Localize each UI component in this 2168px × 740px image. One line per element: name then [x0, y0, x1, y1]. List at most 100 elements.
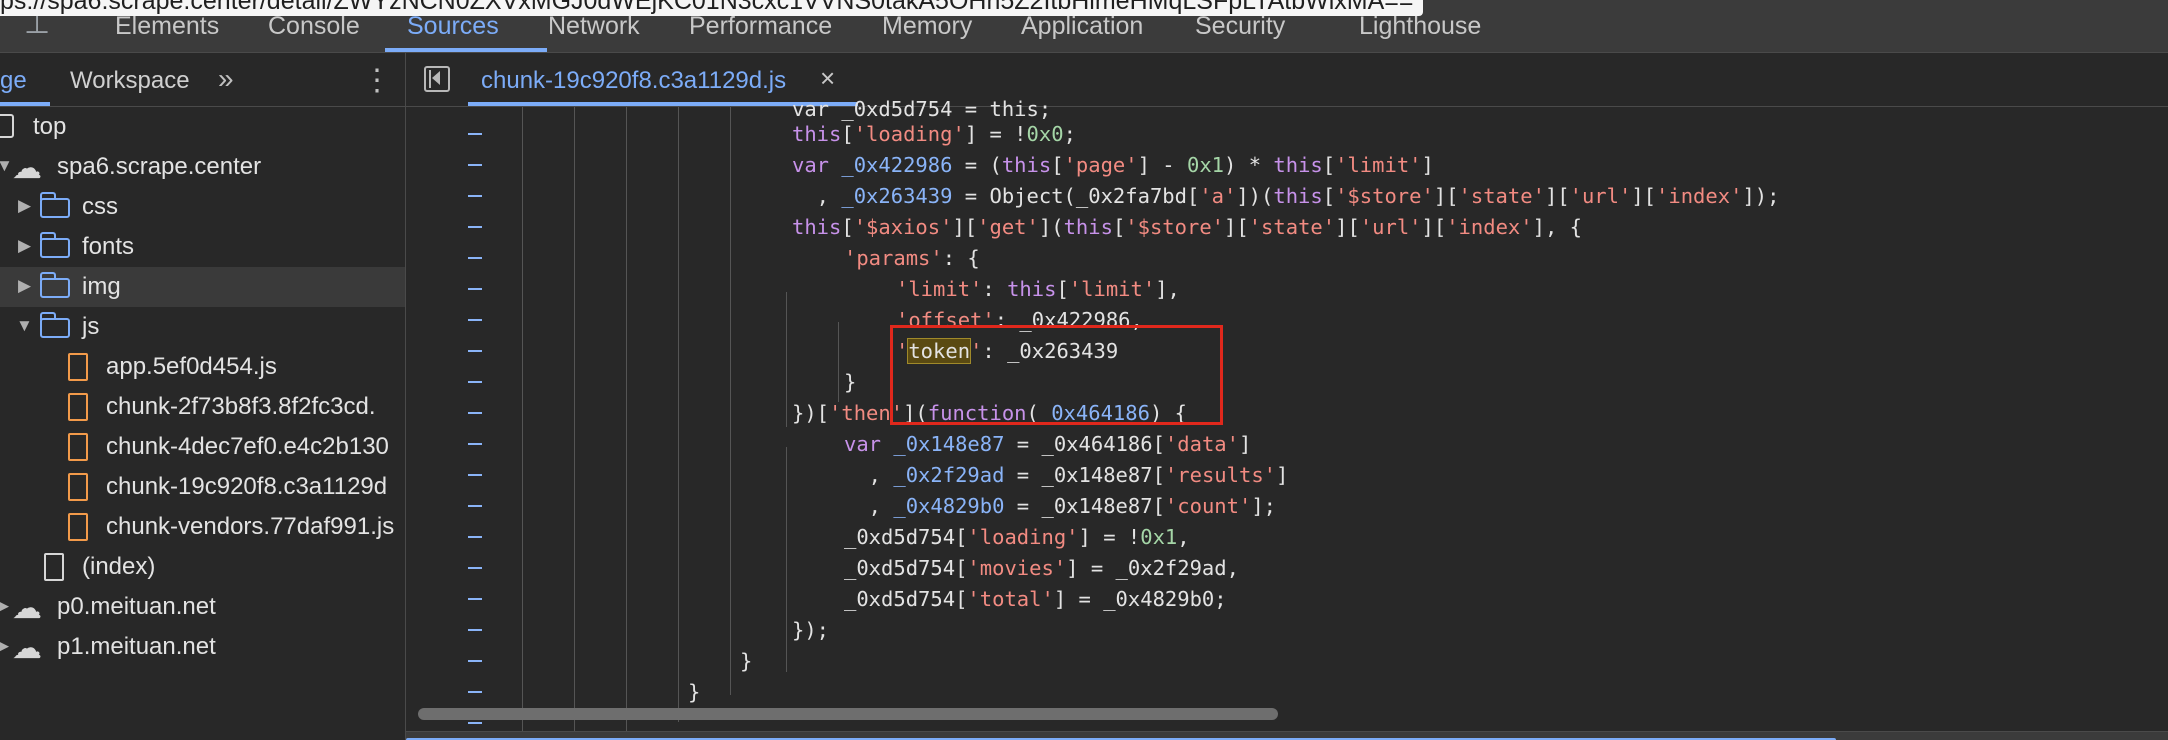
horizontal-scrollbar[interactable] [414, 703, 2168, 723]
tab-application[interactable]: Application [1021, 12, 1143, 41]
code-number: 0x1 [1140, 525, 1178, 549]
tree-item-domain[interactable]: ▼ ☁ spa6.scrape.center [0, 147, 405, 187]
tab-page[interactable]: ge [0, 67, 27, 95]
tree-item-file[interactable]: chunk-2f73b8f3.8f2fc3cd. [0, 387, 405, 427]
code-keyword: this [792, 122, 842, 146]
tree-item-label: css [82, 193, 118, 220]
code-text: ; [1063, 122, 1076, 146]
tab-performance[interactable]: Performance [689, 12, 832, 41]
code-variable: _0x422986 [841, 153, 953, 177]
code-keyword: this [1007, 277, 1057, 301]
expand-arrow-icon[interactable]: ▼ [16, 316, 33, 336]
active-tab-indicator [385, 48, 547, 52]
code-line: _0xd5d754['loading'] = !0x1, [844, 525, 1190, 549]
js-file-icon [68, 353, 88, 381]
tab-security[interactable]: Security [1195, 12, 1285, 41]
collapse-arrow-icon[interactable]: ▶ [0, 636, 9, 656]
code-text: ])( [1236, 184, 1274, 208]
gutter-marker [468, 691, 482, 693]
tree-item-p1[interactable]: ▶ ☁ p1.meituan.net [0, 627, 405, 667]
gutter-marker [468, 195, 482, 197]
code-text: [ [1322, 184, 1336, 208]
code-keyword: var [844, 432, 894, 456]
tree-item-fonts[interactable]: ▶ fonts [0, 227, 405, 267]
code-text: ][ [1224, 215, 1249, 239]
file-tab-label[interactable]: chunk-19c920f8.c3a1129d.js [481, 67, 786, 95]
sources-navigator: ge Workspace » ⋮ top ▼ ☁ spa6.scrape.cen… [0, 53, 406, 740]
code-string: 'limit' [1068, 277, 1156, 301]
cloud-icon: ☁ [12, 152, 42, 185]
tab-workspace[interactable]: Workspace [70, 67, 190, 95]
url-tooltip: ps://spa6.scrape.center/detail/ZWYzNCN0Z… [0, 0, 1424, 16]
navigator-tabbar: ge Workspace » ⋮ [0, 53, 405, 107]
gutter-marker [468, 257, 482, 259]
tab-network[interactable]: Network [548, 12, 640, 41]
tab-sources[interactable]: Sources [407, 12, 499, 41]
code-string: 'params' [844, 246, 943, 270]
collapse-arrow-icon[interactable]: ▶ [0, 596, 9, 616]
code-text: }); [792, 618, 830, 642]
code-text: ][ [1421, 215, 1447, 239]
code-text: ][ [1631, 184, 1657, 208]
collapse-arrow-icon[interactable]: ▶ [18, 236, 31, 256]
gutter-marker [468, 443, 482, 445]
js-file-icon [68, 473, 88, 501]
code-string: 'page' [1063, 153, 1138, 177]
collapse-arrow-icon[interactable]: ▶ [18, 276, 31, 296]
tree-item-p0[interactable]: ▶ ☁ p0.meituan.net [0, 587, 405, 627]
code-string: 'url' [1359, 215, 1422, 239]
code-text: [ [841, 215, 854, 239]
code-string: 'limit' [1335, 153, 1422, 177]
tree-item-label: p0.meituan.net [57, 593, 216, 620]
code-text: = _0x464186[ [1004, 432, 1165, 456]
tree-item-file[interactable]: chunk-vendors.77daf991.js [0, 507, 405, 547]
code-string: 'state' [1458, 184, 1545, 208]
tree-item-index[interactable]: (index) [0, 547, 405, 587]
code-string: 'limit' [896, 277, 983, 301]
tree-item-label: app.5ef0d454.js [106, 353, 277, 380]
code-string: 'results' [1164, 463, 1277, 487]
editor-tabbar: chunk-19c920f8.c3a1129d.js × [406, 53, 2168, 107]
indent-guide [838, 322, 839, 402]
gutter-marker [468, 164, 482, 166]
code-line: var _0xd5d754 = this; [792, 97, 1051, 121]
scrollbar-thumb[interactable] [418, 708, 1278, 720]
code-string: 'loading' [967, 525, 1079, 549]
tab-memory[interactable]: Memory [882, 12, 972, 41]
indent-guide [678, 107, 679, 722]
expand-arrow-icon[interactable]: ▼ [0, 156, 13, 176]
code-text: ] = _0x4829b0; [1053, 587, 1227, 611]
code-text: ], [1155, 277, 1180, 301]
code-variable: _0x148e87 [893, 432, 1005, 456]
more-tabs-icon[interactable]: » [218, 63, 234, 95]
js-file-icon [68, 513, 88, 541]
tree-item-top[interactable]: top [0, 107, 405, 147]
tree-item-css[interactable]: ▶ css [0, 187, 405, 227]
code-number: 0x1 [1187, 153, 1225, 177]
tree-item-file[interactable]: app.5ef0d454.js [0, 347, 405, 387]
code-text: ] = ! [1078, 525, 1141, 549]
tab-console[interactable]: Console [268, 12, 360, 41]
bottom-drawer-edge [406, 731, 2168, 740]
tab-lighthouse[interactable]: Lighthouse [1359, 12, 1481, 41]
toggle-navigator-icon[interactable] [424, 66, 450, 92]
tree-item-file[interactable]: chunk-4dec7ef0.e4c2b130 [0, 427, 405, 467]
folder-icon [39, 312, 70, 338]
tree-item-js[interactable]: ▼ js [0, 307, 405, 347]
indent-guide [730, 107, 731, 695]
tree-item-img[interactable]: ▶ img [0, 267, 405, 307]
tree-item-label: chunk-19c920f8.c3a1129d [106, 473, 388, 500]
close-tab-icon[interactable]: × [820, 63, 835, 94]
code-variable: _0x263439 [841, 184, 953, 208]
frame-icon [0, 114, 14, 138]
collapse-arrow-icon[interactable]: ▶ [18, 196, 31, 216]
gutter-marker [468, 598, 482, 600]
code-area[interactable]: var _0xd5d754 = this; this['loading'] = … [406, 97, 2168, 740]
code-text: _0xd5d754[ [844, 556, 968, 580]
code-text: , [1177, 525, 1190, 549]
tree-item-file[interactable]: chunk-19c920f8.c3a1129d [0, 467, 405, 507]
code-string: 'index' [1446, 215, 1533, 239]
more-options-icon[interactable]: ⋮ [362, 63, 392, 98]
code-string: 'movies' [967, 556, 1067, 580]
tab-elements[interactable]: Elements [115, 12, 219, 41]
